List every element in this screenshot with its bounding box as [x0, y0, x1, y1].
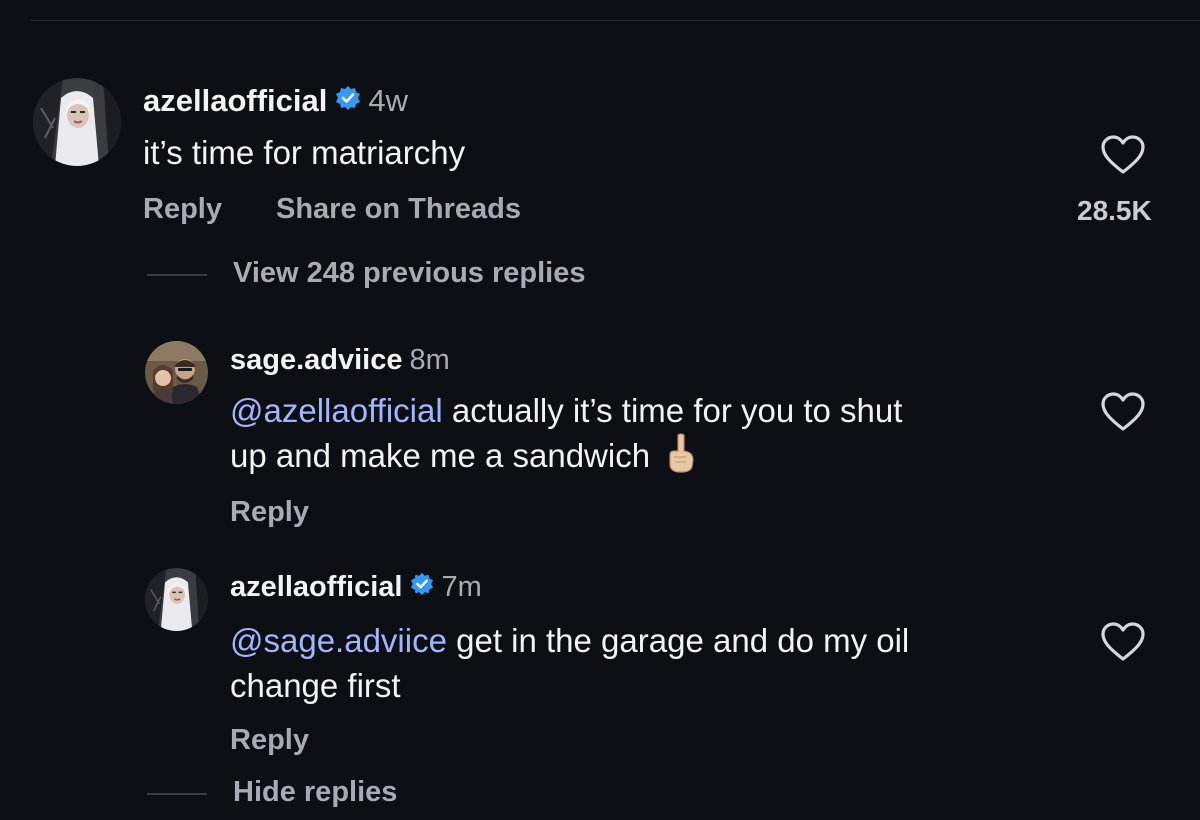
- username[interactable]: azellaofficial: [143, 83, 327, 119]
- avatar[interactable]: [145, 568, 208, 631]
- thread-line: [147, 274, 207, 276]
- view-previous-replies-button[interactable]: View 248 previous replies: [233, 257, 586, 290]
- username[interactable]: azellaofficial: [230, 571, 402, 604]
- heart-icon[interactable]: [1100, 392, 1146, 437]
- like-count: 28.5K: [1077, 195, 1152, 226]
- top-divider: [30, 20, 1200, 21]
- reply-text-line: change first: [230, 667, 401, 704]
- verified-badge-icon: [335, 83, 361, 119]
- reply-text-line: up and make me a sandwich: [230, 437, 651, 475]
- timestamp: 7m: [441, 570, 482, 603]
- middle-finger-emoji-icon: [666, 433, 696, 484]
- heart-icon[interactable]: [1100, 135, 1146, 180]
- mention-link[interactable]: @azellaofficial: [230, 392, 443, 429]
- reply-button[interactable]: Reply: [230, 724, 309, 757]
- reply-text: @sage.adviice get in the garage and do m…: [230, 618, 1090, 708]
- mention-link[interactable]: @sage.adviice: [230, 622, 447, 659]
- share-on-threads-button[interactable]: Share on Threads: [276, 193, 521, 226]
- reply-button[interactable]: Reply: [143, 193, 222, 226]
- avatar[interactable]: [33, 78, 121, 166]
- timestamp: 8m: [409, 343, 450, 376]
- hide-replies-button[interactable]: Hide replies: [233, 776, 397, 809]
- avatar[interactable]: [145, 341, 208, 404]
- reply-header: azellaofficial 7m: [230, 569, 482, 605]
- comment-text: it’s time for matriarchy: [143, 134, 466, 171]
- verified-badge-icon: [410, 571, 434, 604]
- comment-header: azellaofficial 4w: [143, 82, 408, 120]
- reply-header: sage.adviice 8m: [230, 342, 450, 378]
- reply-text: @azellaofficial actually it’s time for y…: [230, 388, 1090, 484]
- thread-line: [147, 793, 207, 795]
- reply-button[interactable]: Reply: [230, 496, 309, 529]
- reply-text-line: actually it’s time for you to shut: [442, 392, 903, 429]
- reply-text-line: get in the garage and do my oil: [446, 622, 910, 659]
- username[interactable]: sage.adviice: [230, 344, 403, 377]
- timestamp: 4w: [368, 83, 408, 118]
- heart-icon[interactable]: [1100, 622, 1146, 667]
